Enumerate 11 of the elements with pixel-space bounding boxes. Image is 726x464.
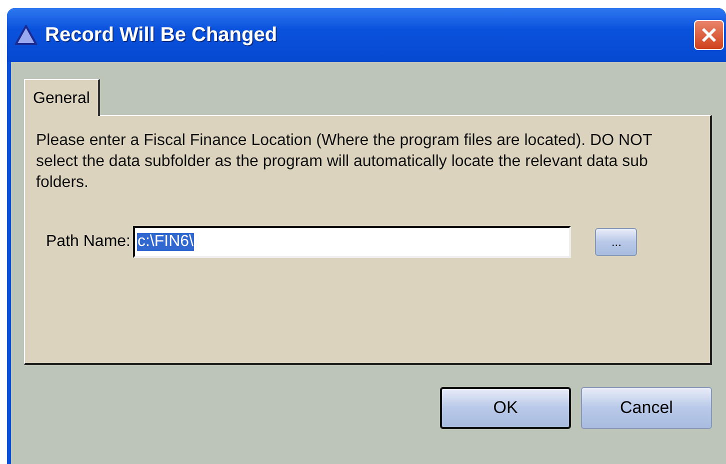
close-icon [701,27,717,43]
triangle-icon [15,25,37,45]
ok-button[interactable]: OK [440,387,571,429]
tab[interactable]: General [24,79,100,116]
path-label: Path Name: [46,233,130,251]
browse-button[interactable]: ... [595,228,638,256]
instruction-text: Please enter a Fiscal Finance Location (Where the program files are located). DO NOT select the data subfolder as the program will automatically locate the relevant data sub folders. [36,131,653,193]
cancel-button[interactable]: Cancel [581,387,712,429]
close-button[interactable] [694,20,724,50]
window-title: Record Will Be Changed [45,24,278,46]
path-field[interactable]: c:\FIN6\ [133,226,572,258]
